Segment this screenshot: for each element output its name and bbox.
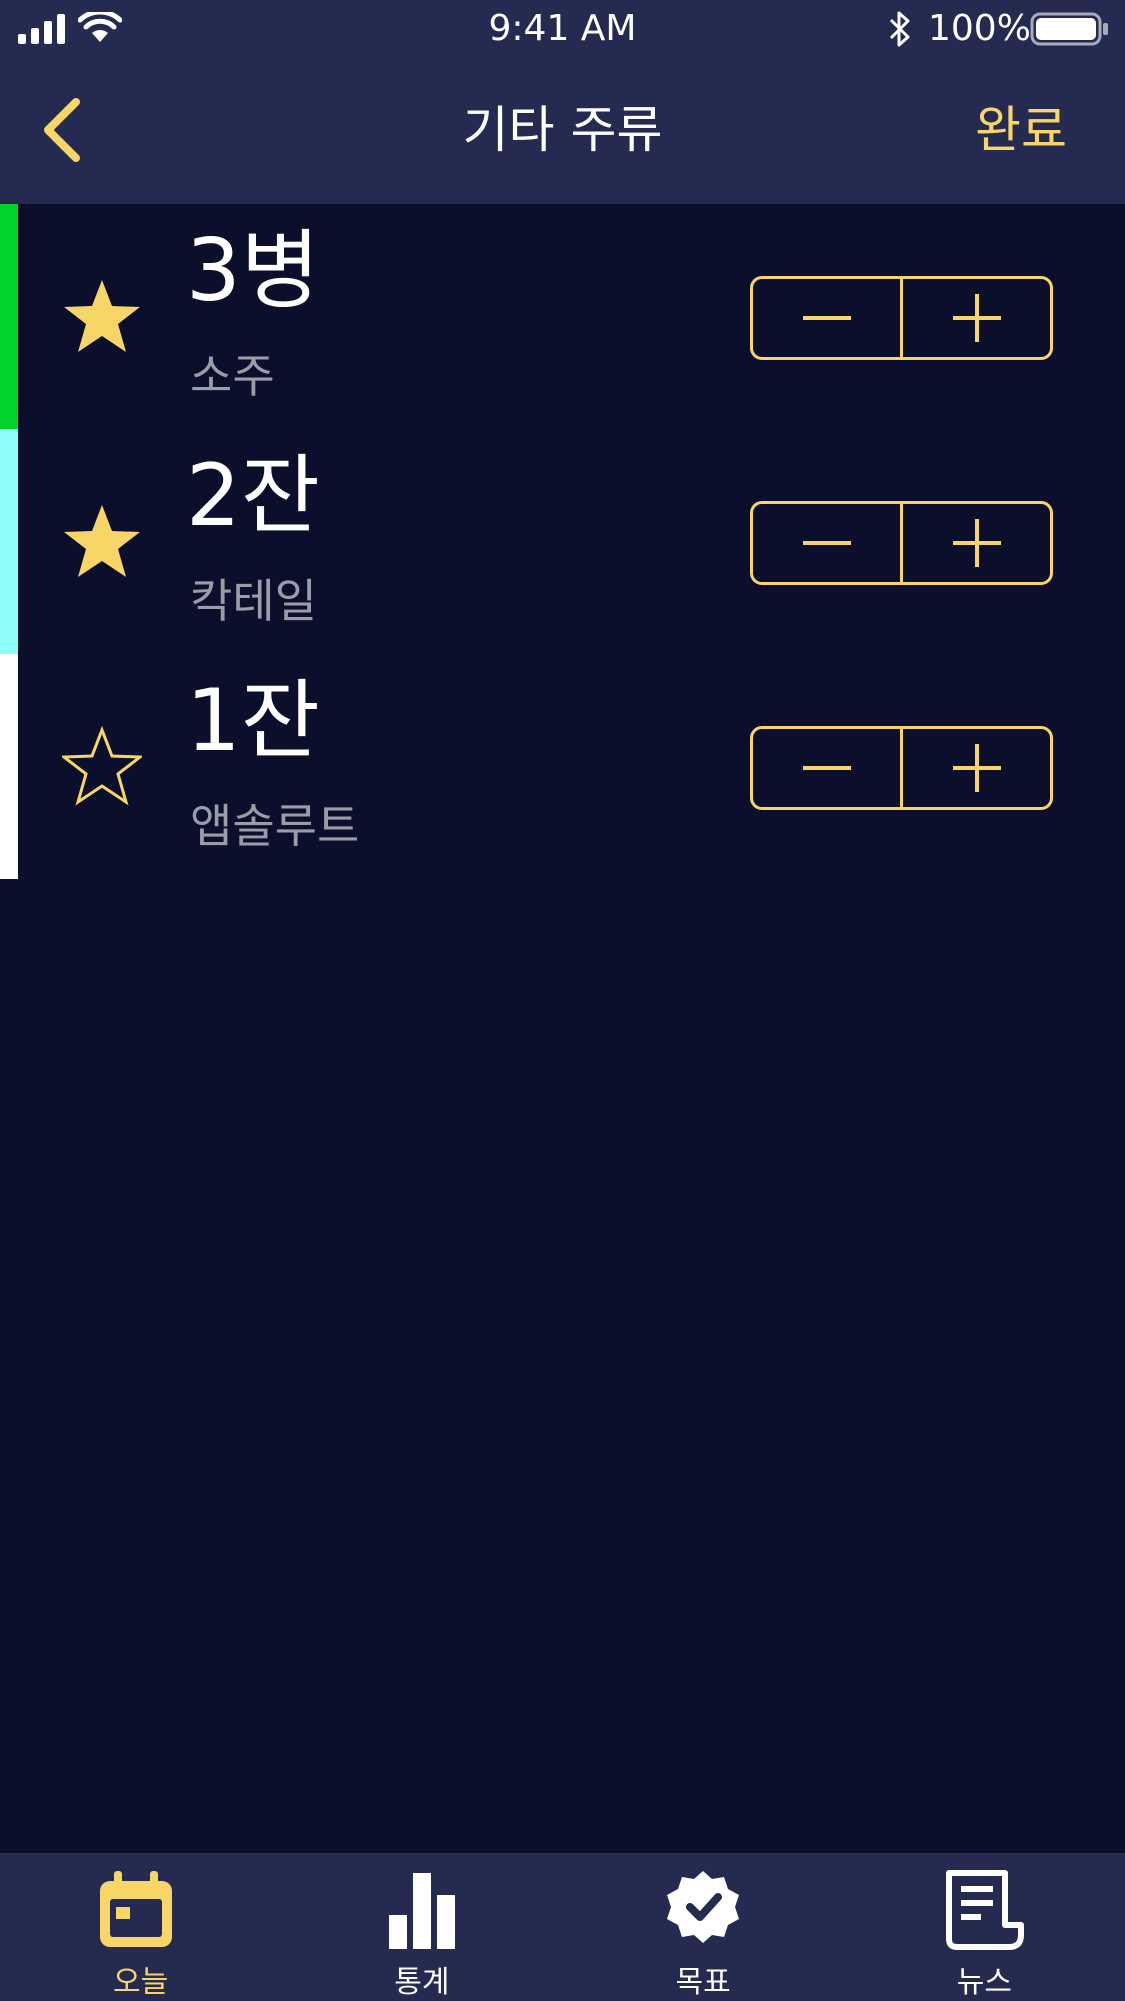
quantity-stepper: [750, 726, 1053, 810]
quantity-stepper: [750, 501, 1053, 585]
tab-label: 뉴스: [956, 1965, 1012, 2000]
tab-label: 오늘: [113, 1965, 169, 2000]
drink-amount: 1잔: [186, 671, 320, 771]
plus-icon: [952, 294, 1001, 342]
drink-name: 앱솔루트: [190, 799, 360, 853]
drink-name: 칵테일: [190, 574, 317, 628]
drink-list: 3병 소주 2잔 칵테일 1잔 앱솔루트: [0, 204, 1125, 879]
quantity-stepper: [750, 276, 1053, 360]
badge-check-icon: [667, 1871, 740, 1943]
decrement-button[interactable]: [753, 279, 900, 357]
category-color-bar: [0, 429, 18, 654]
minus-icon: [802, 766, 851, 770]
decrement-button[interactable]: [753, 504, 900, 582]
tab-label: 목표: [675, 1965, 731, 2000]
battery-icon: [1030, 12, 1108, 46]
drink-amount: 3병: [186, 221, 320, 321]
list-item: 1잔 앱솔루트: [0, 654, 1125, 879]
list-item: 3병 소주: [0, 204, 1125, 429]
category-color-bar: [0, 204, 18, 429]
plus-icon: [952, 744, 1001, 792]
tab-stats[interactable]: 통계: [281, 1853, 562, 2001]
category-color-bar: [0, 654, 18, 879]
increment-button[interactable]: [903, 729, 1050, 807]
status-bar: 9:41 AM 100%: [0, 0, 1125, 60]
minus-icon: [802, 316, 851, 320]
tab-news[interactable]: 뉴스: [844, 1853, 1125, 2001]
star-filled-icon[interactable]: [62, 501, 142, 581]
bluetooth-icon: [889, 11, 910, 47]
decrement-button[interactable]: [753, 729, 900, 807]
tab-goals[interactable]: 목표: [563, 1853, 844, 2001]
increment-button[interactable]: [903, 279, 1050, 357]
increment-button[interactable]: [903, 504, 1050, 582]
star-filled-icon[interactable]: [62, 276, 142, 356]
minus-icon: [802, 541, 851, 545]
star-outline-icon[interactable]: [62, 726, 142, 806]
tab-today[interactable]: 오늘: [0, 1853, 281, 2001]
newspaper-icon: [946, 1870, 1025, 1950]
drink-name: 소주: [190, 349, 275, 403]
drink-amount: 2잔: [186, 446, 320, 546]
tab-bar: 오늘 통계 목표 뉴스: [0, 1853, 1125, 2001]
plus-icon: [952, 519, 1001, 567]
bar-chart-icon: [388, 1873, 455, 1949]
done-button[interactable]: 완료: [975, 90, 1067, 162]
tab-label: 통계: [394, 1965, 450, 2000]
list-item: 2잔 칵테일: [0, 429, 1125, 654]
battery-percent: 100%: [928, 8, 1031, 49]
nav-bar: 기타 주류 완료: [0, 60, 1125, 204]
calendar-icon: [99, 1871, 172, 1947]
page-title: 기타 주류: [462, 101, 663, 159]
